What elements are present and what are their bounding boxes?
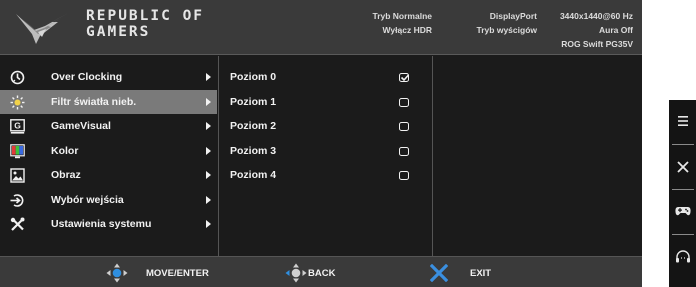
chevron-right-icon [206,171,211,179]
status-mode-group: Tryb Normalne Wyłącz HDR [350,9,432,37]
tools-icon [10,217,25,231]
option-level-0[interactable]: Poziom 0 [219,65,431,90]
color-icon [10,143,25,158]
gamevisual-icon: G [10,119,25,134]
menu-label-image: Obraz [51,169,81,181]
status-input-group: DisplayPort Tryb wyścigów [447,9,537,37]
image-icon [10,168,25,183]
menu-label-gamevisual: GameVisual [51,120,111,132]
menu-item-gamevisual[interactable]: G GameVisual [0,114,217,139]
move-enter-label: MOVE/ENTER [146,268,209,279]
checkbox-checked-icon[interactable] [399,73,410,82]
chevron-right-icon [206,122,211,130]
close-button[interactable] [669,145,696,189]
exit-x-icon [430,264,448,282]
close-icon [677,161,689,173]
joystick-left-icon [285,263,307,283]
option-label: Poziom 1 [230,95,277,108]
menu-item-system-setup[interactable]: Ustawienia systemu [0,212,217,237]
joystick-icon [106,263,128,283]
footer-bar: MOVE/ENTER BACK EXIT [0,256,642,287]
menu-label-blue-light-filter: Filtr światła nieb. [51,95,137,108]
checkbox-icon[interactable] [399,171,409,180]
status-racing: Tryb wyścigów [476,25,537,35]
main-menu: Over Clocking Filtr światła nieb. G Game… [0,56,217,256]
brand-line-1: REPUBLIC OF [86,8,205,24]
option-label: Poziom 2 [230,120,277,132]
menu-item-image[interactable]: Obraz [0,163,217,188]
status-model: ROG Swift PG35V [561,39,633,49]
chevron-right-icon [206,97,211,106]
checkbox-icon[interactable] [399,146,409,156]
option-level-1[interactable]: Poziom 1 [219,90,431,115]
menu-label-color: Kolor [51,144,79,157]
brand-text: REPUBLIC OF GAMERS [86,8,204,40]
status-aura: Aura Off [599,25,633,35]
menu-icon [678,116,688,126]
clock-icon [10,70,25,85]
exit-label: EXIT [470,268,492,279]
chevron-right-icon [206,195,211,204]
menu-label-input-select: Wybór wejścia [51,193,124,206]
option-level-3[interactable]: Poziom 3 [219,139,431,164]
status-input: DisplayPort [489,11,537,21]
menu-item-over-clocking[interactable]: Over Clocking [0,65,217,90]
blue-light-icon [10,95,25,109]
headphones-icon [676,250,690,263]
gamepad-button[interactable] [669,190,696,234]
option-list: Poziom 0 Poziom 1 Poziom 2 Poziom 3 Pozi… [218,56,431,256]
menu-item-blue-light-filter[interactable]: Filtr światła nieb. [0,89,217,114]
status-info-group: 3440x1440@60 Hz Aura Off ROG Swift PG35V [547,9,633,51]
option-label: Poziom 0 [230,71,277,83]
menu-item-input-select[interactable]: Wybór wejścia [0,188,217,213]
checkbox-icon[interactable] [399,97,409,107]
gamepad-icon [675,207,691,216]
rog-eye-logo [16,12,70,44]
brand-line-2: GAMERS [86,24,151,40]
move-enter-hint[interactable]: MOVE/ENTER [106,263,226,283]
chevron-right-icon [206,146,211,155]
svg-text:G: G [14,121,21,131]
menu-item-color[interactable]: Kolor [0,139,217,164]
side-toolbar [669,100,696,287]
detail-pane [432,56,642,256]
menu-label-over-clocking: Over Clocking [51,71,123,83]
option-level-4[interactable]: Poziom 4 [219,163,431,188]
option-label: Poziom 4 [230,169,277,181]
menu-label-system-setup: Ustawienia systemu [51,218,152,230]
status-hdr: Wyłącz HDR [382,25,432,35]
exit-hint[interactable]: EXIT [430,263,500,283]
status-mode: Tryb Normalne [372,11,432,21]
chevron-right-icon [206,73,211,81]
menu-button[interactable] [669,100,696,144]
option-level-2[interactable]: Poziom 2 [219,114,431,139]
header-bar: REPUBLIC OF GAMERS Tryb Normalne Wyłącz … [0,0,642,55]
osd-window: REPUBLIC OF GAMERS Tryb Normalne Wyłącz … [0,0,642,287]
chevron-right-icon [206,220,211,228]
back-label: BACK [308,268,336,279]
checkbox-icon[interactable] [399,122,409,131]
headphones-button[interactable] [669,235,696,279]
status-resolution: 3440x1440@60 Hz [559,11,633,21]
input-select-icon [10,193,24,207]
back-hint[interactable]: BACK [285,263,355,283]
option-label: Poziom 3 [230,144,277,157]
